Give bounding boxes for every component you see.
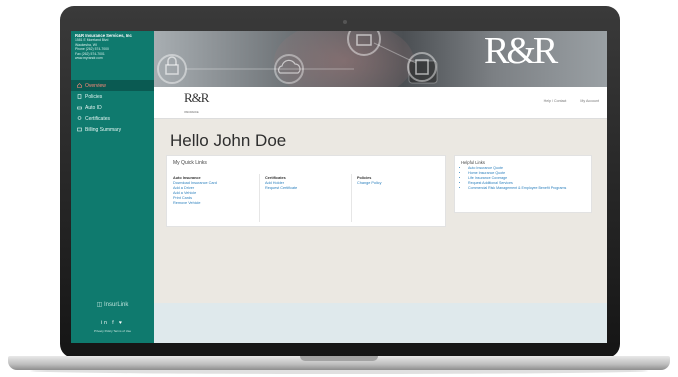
website[interactable]: www.myrandr.com xyxy=(75,56,150,60)
top-bar: R&R INSURANCE Help / Contact My Account xyxy=(154,87,607,119)
quick-links-col-policies: Policies Change Policy xyxy=(357,176,381,186)
sidebar-item-label: Certificates xyxy=(85,115,111,122)
quick-link[interactable]: Change Policy xyxy=(357,181,381,186)
main-content: Hello John Doe My Quick Links Auto Insur… xyxy=(154,119,607,303)
quick-links-col-auto: Auto Insurance Download Insurance Card A… xyxy=(173,176,217,206)
top-links: Help / Contact My Account xyxy=(544,99,599,103)
company-info: R&R Insurance Services, Inc 1581 E Morel… xyxy=(71,31,154,60)
sidebar-item-billing-summary[interactable]: Billing Summary xyxy=(71,124,154,135)
webcam xyxy=(343,20,347,24)
helpful-links-list: Auto Insurance Quote Home Insurance Quot… xyxy=(463,166,566,191)
helpful-links-card: Helpful Links Auto Insurance Quote Home … xyxy=(454,155,592,213)
sidebar-item-label: Billing Summary xyxy=(85,126,122,133)
sidebar-item-label: Policies xyxy=(85,93,103,100)
sidebar-item-label: Overview xyxy=(85,82,106,89)
footer-links[interactable]: Privacy Policy Terms of Use xyxy=(71,329,154,333)
quick-links-card: My Quick Links Auto Insurance Download I… xyxy=(166,155,446,227)
policy-icon xyxy=(77,94,82,99)
laptop-mockup: R&R Insurance Services, Inc 1581 E Morel… xyxy=(0,0,678,377)
sidebar-item-overview[interactable]: Overview xyxy=(71,80,154,91)
banner-logo: R&R xyxy=(484,31,558,72)
quick-links-title: My Quick Links xyxy=(173,160,207,166)
page-title: Hello John Doe xyxy=(170,131,287,150)
sidebar-item-policies[interactable]: Policies xyxy=(71,91,154,102)
hero-banner: R&R xyxy=(154,31,607,87)
home-icon xyxy=(77,83,82,88)
account-link[interactable]: My Account xyxy=(580,99,599,103)
sidebar-nav: Overview Policies Auto ID Certificates B… xyxy=(71,80,154,135)
insurlink-icon: ◫ xyxy=(96,302,104,308)
social-icons[interactable]: in f ♥ xyxy=(71,320,154,326)
col-divider xyxy=(259,174,260,222)
helpful-link[interactable]: Commercial Risk Management & Employee Be… xyxy=(468,186,566,191)
brand-label: InsurLink xyxy=(103,302,129,308)
quick-link[interactable]: Remove Vehicle xyxy=(173,201,217,206)
quick-link[interactable]: Request Certificate xyxy=(265,186,297,191)
car-icon xyxy=(77,106,82,110)
sidebar-item-auto-id[interactable]: Auto ID xyxy=(71,102,154,113)
header-logo[interactable]: R&R xyxy=(184,90,209,106)
header-logo-sub: INSURANCE xyxy=(184,111,199,114)
help-link[interactable]: Help / Contact xyxy=(544,99,567,103)
laptop-notch xyxy=(300,356,378,361)
sidebar-item-label: Auto ID xyxy=(85,104,102,111)
helpful-links-title: Helpful Links xyxy=(461,160,485,165)
col-divider xyxy=(351,174,352,222)
screen: R&R Insurance Services, Inc 1581 E Morel… xyxy=(71,31,607,343)
bottom-pane xyxy=(154,303,607,343)
sidebar: R&R Insurance Services, Inc 1581 E Morel… xyxy=(71,31,154,343)
insurlink-brand: ◫ InsurLink xyxy=(71,301,154,308)
certificate-icon xyxy=(77,116,82,120)
quick-links-col-certificates: Certificates Add Holder Request Certific… xyxy=(265,176,297,191)
sidebar-item-certificates[interactable]: Certificates xyxy=(71,113,154,124)
billing-icon xyxy=(77,127,82,132)
